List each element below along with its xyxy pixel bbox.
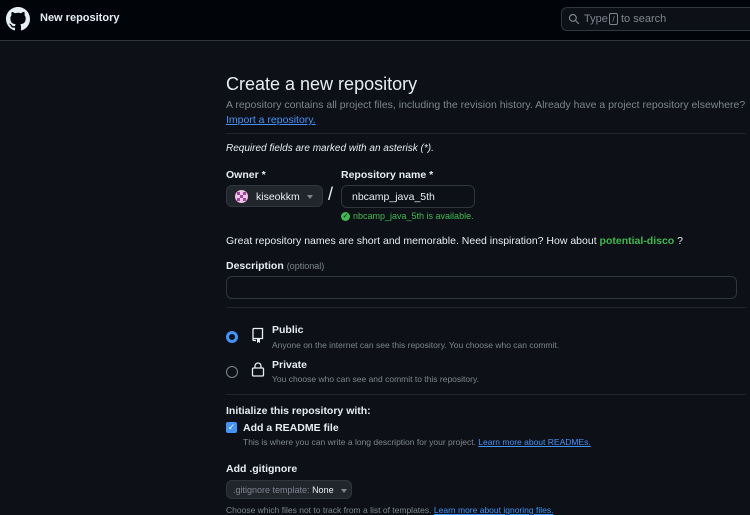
required-fields-note: Required fields are marked with an aster… — [226, 143, 434, 154]
add-readme-label[interactable]: Add a README file — [243, 422, 339, 434]
public-title: Public — [272, 324, 304, 336]
suggested-name-link[interactable]: potential-disco — [600, 235, 675, 247]
repo-name-label: Repository name * — [341, 169, 434, 181]
availability-message: ✓ nbcamp_java_5th is available. — [341, 211, 474, 222]
owner-label: Owner * — [226, 169, 266, 181]
search-input[interactable]: Type / to search — [561, 7, 750, 31]
readme-description-text: This is where you can write a long descr… — [243, 437, 476, 447]
owner-repo-separator: / — [328, 184, 334, 204]
visibility-public-radio[interactable] — [226, 331, 238, 343]
inspiration-suffix: ? — [677, 235, 683, 247]
inspiration-text: Great repository names are short and mem… — [226, 235, 597, 247]
name-inspiration: Great repository names are short and mem… — [226, 235, 683, 247]
description-label: Description (optional) — [226, 260, 324, 272]
chevron-down-icon — [307, 195, 313, 199]
divider — [226, 307, 746, 308]
add-readme-checkbox[interactable]: ✓ — [226, 422, 237, 433]
check-circle-icon: ✓ — [341, 212, 350, 222]
search-placeholder-rest: to search — [621, 13, 667, 25]
avatar — [235, 190, 248, 203]
page-description: A repository contains all project files,… — [226, 99, 746, 111]
gitignore-template-value: None — [312, 485, 334, 495]
top-header: New repository Type / to search — [0, 0, 750, 41]
readme-description: This is where you can write a long descr… — [243, 437, 591, 447]
gitignore-template-dropdown[interactable]: .gitignore template: None — [226, 480, 352, 499]
learn-more-readmes-link[interactable]: Learn more about READMEs. — [478, 437, 590, 447]
owner-name: kiseokkm — [256, 191, 300, 203]
repository-name-input[interactable] — [341, 185, 475, 208]
search-shortcut-key: / — [609, 13, 618, 25]
page-title: Create a new repository — [226, 74, 418, 94]
lock-icon — [251, 362, 265, 377]
visibility-private-radio[interactable] — [226, 366, 238, 378]
repo-icon — [252, 327, 264, 343]
learn-more-ignoring-files-link[interactable]: Learn more about ignoring files. — [434, 505, 554, 515]
gitignore-hint-text: Choose which files not to track from a l… — [226, 505, 432, 515]
private-title: Private — [272, 359, 308, 371]
import-repository-link[interactable]: Import a repository. — [226, 114, 316, 126]
optional-tag: (optional) — [286, 261, 325, 271]
public-description: Anyone on the internet can see this repo… — [272, 340, 560, 350]
description-label-text: Description — [226, 260, 284, 272]
description-input[interactable] — [226, 276, 737, 299]
gitignore-hint: Choose which files not to track from a l… — [226, 505, 553, 515]
gitignore-template-label: .gitignore template: — [233, 485, 310, 495]
chevron-down-icon — [341, 489, 347, 493]
search-placeholder-type: Type — [584, 13, 608, 25]
availability-text: nbcamp_java_5th is available. — [353, 211, 474, 221]
divider — [226, 394, 746, 395]
search-icon — [568, 13, 580, 25]
divider — [226, 133, 746, 134]
owner-dropdown[interactable]: kiseokkm — [226, 185, 323, 207]
github-logo-icon[interactable] — [6, 7, 30, 31]
gitignore-label: Add .gitignore — [226, 463, 298, 475]
header-title: New repository — [40, 12, 120, 24]
private-description: You choose who can see and commit to thi… — [272, 374, 479, 384]
initialize-heading: Initialize this repository with: — [226, 405, 371, 417]
